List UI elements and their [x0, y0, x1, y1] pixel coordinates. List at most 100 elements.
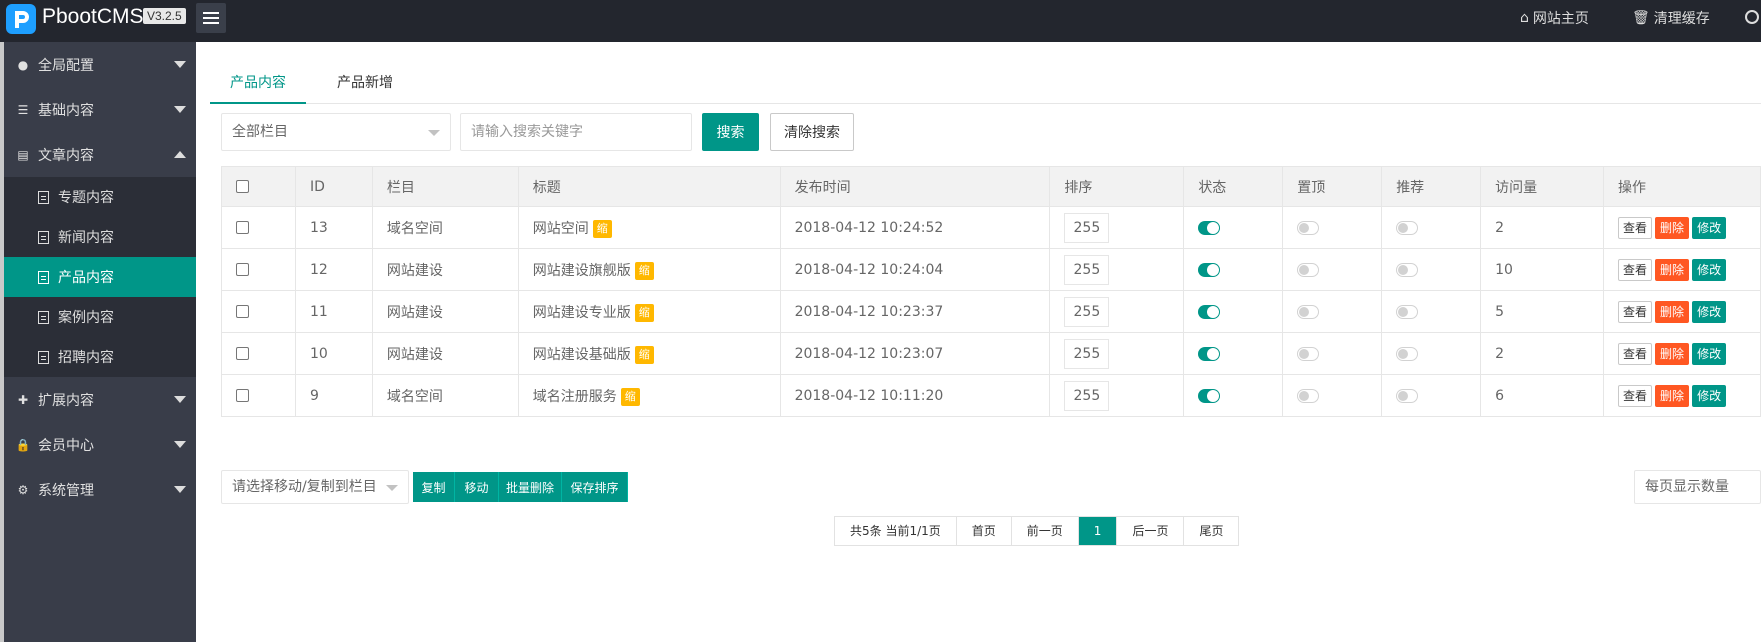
column-header[interactable]: ID [294, 166, 373, 207]
copy-button[interactable]: 复制 [413, 472, 455, 502]
sidebar-item-case[interactable]: 案例内容 [4, 297, 196, 337]
row-checkbox-cell [221, 206, 296, 249]
delete-button[interactable]: 删除 [1655, 300, 1690, 323]
category-select[interactable]: 全部栏目 [221, 113, 451, 151]
status-toggle[interactable] [1198, 220, 1221, 235]
status-toggle[interactable] [1198, 262, 1221, 277]
column-header[interactable]: 推荐 [1381, 166, 1482, 207]
view-button[interactable]: 查看 [1618, 300, 1653, 323]
edit-button[interactable]: 修改 [1692, 258, 1727, 281]
row-checkbox[interactable] [236, 263, 249, 276]
edit-button[interactable]: 修改 [1692, 384, 1727, 407]
title-cell: 域名注册服务缩 [517, 374, 781, 417]
time-cell: 2018-04-12 10:23:37 [779, 290, 1051, 333]
row-checkbox[interactable] [236, 347, 249, 360]
move-button[interactable]: 移动 [455, 472, 499, 502]
status-toggle[interactable] [1198, 388, 1221, 403]
recommend-cell [1381, 248, 1482, 291]
search-button[interactable]: 搜索 [702, 113, 759, 151]
sidebar-group-global[interactable]: ● 全局配置 [4, 42, 196, 87]
status-toggle[interactable] [1198, 346, 1221, 361]
delete-button[interactable]: 删除 [1655, 216, 1690, 239]
thumbnail-badge: 缩 [634, 303, 654, 322]
clear-search-button[interactable]: 清除搜索 [770, 113, 854, 151]
top-toggle[interactable] [1297, 220, 1320, 235]
sidebar-group-extend[interactable]: ✚ 扩展内容 [4, 377, 196, 422]
column-header[interactable]: 排序 [1049, 166, 1185, 207]
user-icon[interactable] [1745, 10, 1759, 24]
chevron-down-icon [174, 486, 186, 493]
delete-button[interactable]: 删除 [1655, 258, 1690, 281]
recommend-cell [1381, 374, 1482, 417]
actions-cell: 查看 删除 修改 [1603, 374, 1761, 417]
row-checkbox[interactable] [236, 389, 249, 402]
thumbnail-badge: 缩 [634, 261, 654, 280]
sort-input[interactable]: 255 [1064, 296, 1110, 327]
cog-icon: ⚙ [17, 482, 29, 497]
sidebar-group-system[interactable]: ⚙ 系统管理 [4, 467, 196, 512]
row-checkbox[interactable] [236, 305, 249, 318]
sidebar-group-label: 基础内容 [38, 102, 94, 119]
view-button[interactable]: 查看 [1618, 384, 1653, 407]
sidebar-item-product[interactable]: 产品内容 [4, 257, 196, 297]
recommend-toggle[interactable] [1396, 346, 1419, 361]
sidebar-item-news[interactable]: 新闻内容 [4, 217, 196, 257]
batch-delete-button[interactable]: 批量删除 [499, 472, 562, 502]
recommend-toggle[interactable] [1396, 262, 1419, 277]
column-header[interactable]: 栏目 [371, 166, 519, 207]
actions-cell: 查看 删除 修改 [1603, 206, 1761, 249]
menu-toggle-icon[interactable] [196, 3, 226, 33]
edit-button[interactable]: 修改 [1692, 300, 1727, 323]
column-header[interactable]: 访问量 [1480, 166, 1605, 207]
sidebar-group-member[interactable]: 🔒 会员中心 [4, 422, 196, 467]
clear-cache-link[interactable]: 🗑 清理缓存 [1632, 8, 1710, 28]
next-page-button[interactable]: 后一页 [1117, 517, 1185, 545]
sort-input[interactable]: 255 [1064, 212, 1110, 243]
recommend-toggle[interactable] [1396, 388, 1419, 403]
delete-button[interactable]: 删除 [1655, 342, 1690, 365]
status-toggle[interactable] [1198, 304, 1221, 319]
tab-product-add[interactable]: 产品新增 [317, 66, 413, 104]
sort-input[interactable]: 255 [1064, 380, 1110, 411]
top-toggle[interactable] [1297, 346, 1320, 361]
view-button[interactable]: 查看 [1618, 216, 1653, 239]
visits-cell: 6 [1480, 374, 1605, 417]
status-cell [1183, 290, 1284, 333]
tab-product-list[interactable]: 产品内容 [210, 66, 306, 104]
chevron-down-icon [386, 485, 398, 491]
title-text: 网站建设专业版 [532, 304, 631, 321]
last-page-button[interactable]: 尾页 [1184, 517, 1239, 545]
first-page-button[interactable]: 首页 [956, 517, 1012, 545]
row-checkbox-cell [221, 332, 296, 375]
select-all-checkbox[interactable] [236, 180, 249, 193]
view-button[interactable]: 查看 [1618, 342, 1653, 365]
sort-input[interactable]: 255 [1064, 254, 1110, 285]
edit-button[interactable]: 修改 [1692, 216, 1727, 239]
top-toggle[interactable] [1297, 388, 1320, 403]
column-header[interactable]: 发布时间 [779, 166, 1051, 207]
column-header[interactable]: 标题 [517, 166, 781, 207]
sidebar-group-basic[interactable]: ☰ 基础内容 [4, 87, 196, 132]
per-page-select[interactable]: 每页显示数量 [1634, 470, 1761, 504]
sidebar-group-article[interactable]: ▤ 文章内容 [4, 132, 196, 177]
recommend-toggle[interactable] [1396, 304, 1419, 319]
current-page-button[interactable]: 1 [1078, 517, 1118, 545]
home-link[interactable]: ⌂ 网站主页 [1520, 8, 1589, 28]
row-checkbox[interactable] [236, 221, 249, 234]
column-header[interactable]: 置顶 [1282, 166, 1383, 207]
move-target-select[interactable]: 请选择移动/复制到栏目 [221, 470, 409, 504]
sidebar-item-job[interactable]: 招聘内容 [4, 337, 196, 377]
column-header[interactable]: 状态 [1183, 166, 1284, 207]
recommend-toggle[interactable] [1396, 220, 1419, 235]
sidebar-item-topic[interactable]: 专题内容 [4, 177, 196, 217]
prev-page-button[interactable]: 前一页 [1011, 517, 1079, 545]
table-row: 12 网站建设 网站建设旗舰版缩 2018-04-12 10:24:04 255 10 查看… [221, 248, 1761, 291]
top-toggle[interactable] [1297, 304, 1320, 319]
view-button[interactable]: 查看 [1618, 258, 1653, 281]
sort-input[interactable]: 255 [1064, 338, 1110, 369]
delete-button[interactable]: 删除 [1655, 384, 1690, 407]
save-sort-button[interactable]: 保存排序 [562, 472, 628, 502]
edit-button[interactable]: 修改 [1692, 342, 1727, 365]
top-toggle[interactable] [1297, 262, 1320, 277]
search-input[interactable] [460, 113, 692, 151]
